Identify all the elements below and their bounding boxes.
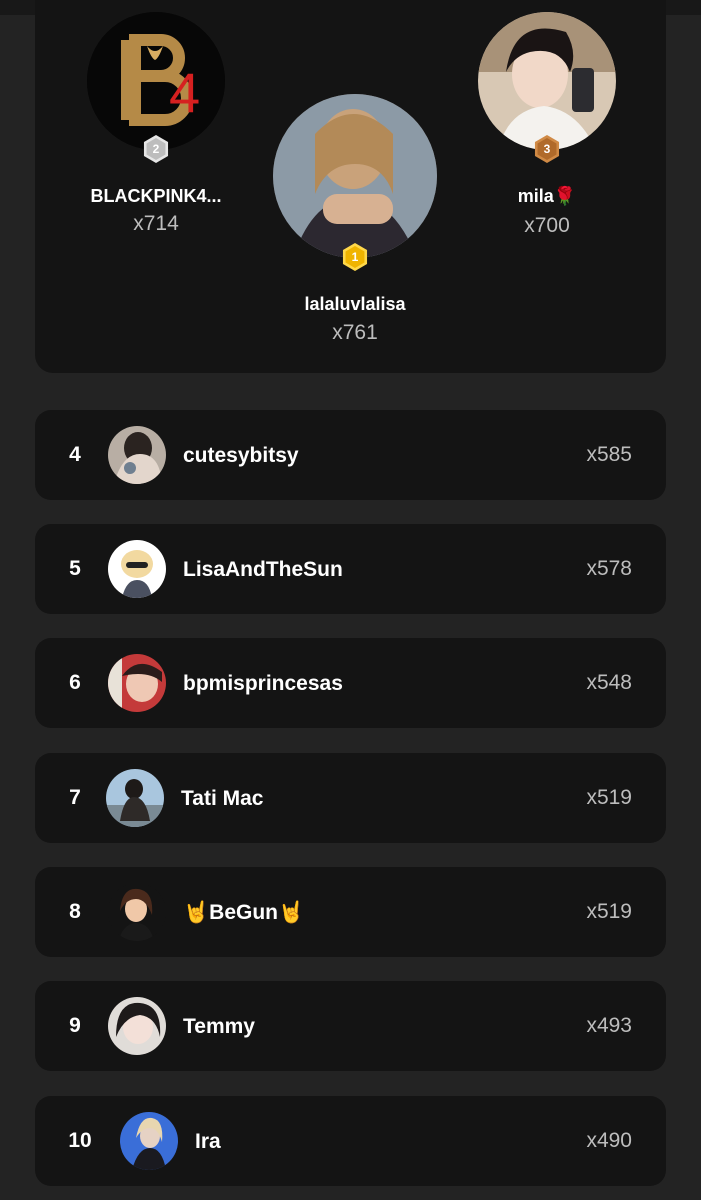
podium-entry-1[interactable]: 1 lalaluvlalisa x761 bbox=[255, 0, 455, 360]
user-count: x548 bbox=[586, 671, 632, 694]
podium-count: x761 bbox=[332, 321, 378, 344]
avatar: 4 bbox=[87, 12, 225, 150]
leaderboard-row[interactable]: 7 Tati Mac x519 bbox=[35, 753, 666, 843]
podium-entry-2[interactable]: 4 2 BLACKPINK4... x714 bbox=[56, 0, 256, 250]
avatar bbox=[120, 1112, 178, 1170]
leaderboard-row[interactable]: 10 Ira x490 bbox=[35, 1096, 666, 1186]
user-count: x519 bbox=[586, 900, 632, 923]
leaderboard-row[interactable]: 5 LisaAndTheSun x578 bbox=[35, 524, 666, 614]
podium-name: BLACKPINK4... bbox=[90, 186, 222, 206]
user-name: Temmy bbox=[183, 1015, 255, 1038]
avatar bbox=[108, 997, 166, 1055]
avatar bbox=[478, 12, 616, 150]
rank-number: 5 bbox=[69, 557, 81, 580]
leaderboard-row[interactable]: 4 cutesybitsy x585 bbox=[35, 410, 666, 500]
avatar bbox=[108, 883, 166, 941]
user-name: cutesybitsy bbox=[183, 444, 299, 467]
podium-count: x700 bbox=[524, 214, 570, 237]
avatar bbox=[273, 94, 437, 258]
rank-number: 9 bbox=[69, 1014, 81, 1037]
podium-count: x714 bbox=[133, 212, 179, 235]
podium-name: lalaluvlalisa bbox=[304, 294, 406, 314]
user-name: LisaAndTheSun bbox=[183, 558, 343, 581]
user-name: Ira bbox=[195, 1130, 221, 1153]
leaderboard-row[interactable]: 6 bpmisprincesas x548 bbox=[35, 638, 666, 728]
user-name: bpmisprincesas bbox=[183, 672, 343, 695]
user-count: x585 bbox=[586, 443, 632, 466]
user-count: x490 bbox=[586, 1129, 632, 1152]
user-count: x578 bbox=[586, 557, 632, 580]
rank-number: 8 bbox=[69, 900, 81, 923]
podium-card: 4 2 BLACKPINK4... x714 1 lalaluvlalisa x… bbox=[35, 0, 666, 373]
podium-entry-3[interactable]: 3 mila🌹 x700 bbox=[447, 0, 647, 250]
user-name: 🤘BeGun🤘 bbox=[183, 901, 305, 924]
rank-number: 10 bbox=[68, 1129, 92, 1152]
podium-name: mila🌹 bbox=[517, 186, 577, 206]
user-count: x519 bbox=[586, 786, 632, 809]
leaderboard-row[interactable]: 9 Temmy x493 bbox=[35, 981, 666, 1071]
avatar bbox=[108, 426, 166, 484]
avatar bbox=[106, 769, 164, 827]
rank-number: 6 bbox=[69, 671, 81, 694]
avatar bbox=[108, 654, 166, 712]
rank-number: 4 bbox=[69, 443, 81, 466]
avatar bbox=[108, 540, 166, 598]
user-count: x493 bbox=[586, 1014, 632, 1037]
svg-text:4: 4 bbox=[169, 61, 200, 124]
rank-number: 7 bbox=[69, 786, 81, 809]
user-name: Tati Mac bbox=[181, 787, 264, 810]
bp4-logo-icon: 4 bbox=[87, 12, 225, 150]
leaderboard-row[interactable]: 8 🤘BeGun🤘 x519 bbox=[35, 867, 666, 957]
